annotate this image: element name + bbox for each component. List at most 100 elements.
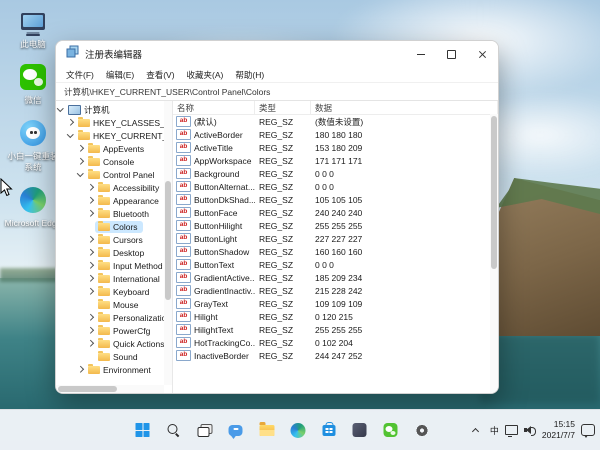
taskbar-chat-button[interactable]: [223, 417, 249, 443]
tree-item-control-panel[interactable]: Control Panel: [56, 168, 172, 181]
tree-item-appearance[interactable]: Appearance: [56, 194, 172, 207]
registry-value-row[interactable]: abGrayTextREG_SZ109 109 109: [173, 297, 498, 310]
tree-item-hkey_classes_root[interactable]: HKEY_CLASSES_ROOT: [56, 116, 172, 129]
tree-item-personalization[interactable]: Personalization: [56, 311, 172, 324]
close-button[interactable]: [467, 41, 498, 67]
tree-item-quick-actions[interactable]: Quick Actions: [56, 337, 172, 350]
chevron-right-icon[interactable]: [86, 274, 95, 283]
tree-item-hkey_current_user[interactable]: HKEY_CURRENT_USER: [56, 129, 172, 142]
desktop-icon-wechat[interactable]: 微信: [4, 62, 62, 105]
column-header-name[interactable]: 名称: [173, 101, 255, 114]
registry-value-row[interactable]: ab(默认)REG_SZ(数值未设置): [173, 115, 498, 128]
taskbar-wechat-button[interactable]: [378, 417, 404, 443]
address-bar[interactable]: 计算机\HKEY_CURRENT_USER\Control Panel\Colo…: [56, 82, 498, 101]
chevron-right-icon[interactable]: [86, 326, 95, 335]
maximize-button[interactable]: [436, 41, 467, 67]
taskbar-edge-button[interactable]: [285, 417, 311, 443]
tray-clock[interactable]: 15:15 2021/7/7: [542, 419, 575, 441]
chevron-down-icon[interactable]: [66, 131, 75, 140]
tree-item-powercfg[interactable]: PowerCfg: [56, 324, 172, 337]
taskbar-app-button[interactable]: [347, 417, 373, 443]
chevron-right-icon[interactable]: [86, 248, 95, 257]
chevron-right-icon[interactable]: [86, 287, 95, 296]
taskbar-taskview-button[interactable]: [192, 417, 218, 443]
input-method-indicator[interactable]: 中: [490, 424, 499, 437]
chevron-right-icon[interactable]: [86, 261, 95, 270]
chevron-right-icon[interactable]: [86, 339, 95, 348]
scrollbar-thumb[interactable]: [165, 181, 171, 300]
tree-item-appevents[interactable]: AppEvents: [56, 142, 172, 155]
menu-favorites[interactable]: 收藏夹(A): [181, 69, 230, 81]
registry-value-row[interactable]: abActiveBorderREG_SZ180 180 180: [173, 128, 498, 141]
value-list-pane: 名称 类型 数据 ab(默认)REG_SZ(数值未设置)abActiveBord…: [173, 101, 498, 393]
chevron-right-icon[interactable]: [86, 183, 95, 192]
taskbar-search-button[interactable]: [161, 417, 187, 443]
chevron-right-icon[interactable]: [86, 313, 95, 322]
registry-value-row[interactable]: abInactiveBorderREG_SZ244 247 252: [173, 349, 498, 362]
chevron-down-icon[interactable]: [56, 105, 65, 114]
tree-item-keyboard[interactable]: Keyboard: [56, 285, 172, 298]
registry-value-row[interactable]: abHotTrackingCo...REG_SZ0 102 204: [173, 336, 498, 349]
chevron-right-icon[interactable]: [76, 365, 85, 374]
chevron-right-icon[interactable]: [86, 209, 95, 218]
chevron-right-icon[interactable]: [76, 157, 85, 166]
menu-edit[interactable]: 编辑(E): [100, 69, 140, 81]
desktop-icon-xiaobai[interactable]: 小白一键重装系统: [4, 118, 62, 171]
tree-item-console[interactable]: Console: [56, 155, 172, 168]
menu-view[interactable]: 查看(V): [140, 69, 180, 81]
chevron-up-icon: [473, 427, 479, 433]
tree-item-accessibility[interactable]: Accessibility: [56, 181, 172, 194]
tree-item-colors[interactable]: Colors: [56, 220, 172, 233]
tree-horizontal-scrollbar[interactable]: [56, 385, 164, 393]
tree-item-desktop[interactable]: Desktop: [56, 246, 172, 259]
reg-sz-icon: ab: [176, 324, 191, 335]
registry-value-row[interactable]: abGradientActive...REG_SZ185 209 234: [173, 271, 498, 284]
chevron-right-icon[interactable]: [86, 235, 95, 244]
tree-item-cursors[interactable]: Cursors: [56, 233, 172, 246]
menu-file[interactable]: 文件(F): [60, 69, 100, 81]
list-vertical-scrollbar[interactable]: [490, 114, 498, 393]
registry-value-row[interactable]: abButtonHilightREG_SZ255 255 255: [173, 219, 498, 232]
tree-item-international[interactable]: International: [56, 272, 172, 285]
registry-value-row[interactable]: abGradientInactiv...REG_SZ215 228 242: [173, 284, 498, 297]
column-header-data[interactable]: 数据: [311, 101, 498, 114]
tree-vertical-scrollbar[interactable]: [164, 101, 172, 385]
chevron-right-icon[interactable]: [86, 196, 95, 205]
column-header-type[interactable]: 类型: [255, 101, 311, 114]
registry-value-row[interactable]: abHilightTextREG_SZ255 255 255: [173, 323, 498, 336]
chevron-down-icon[interactable]: [76, 170, 85, 179]
registry-value-row[interactable]: abButtonFaceREG_SZ240 240 240: [173, 206, 498, 219]
title-bar[interactable]: 注册表编辑器: [56, 41, 498, 67]
notification-icon[interactable]: [581, 424, 595, 436]
registry-value-row[interactable]: abButtonLightREG_SZ227 227 227: [173, 232, 498, 245]
volume-icon[interactable]: [524, 425, 536, 435]
tree-item-计算机[interactable]: 计算机: [56, 103, 172, 116]
registry-value-row[interactable]: abBackgroundREG_SZ0 0 0: [173, 167, 498, 180]
registry-value-row[interactable]: abButtonDkShad...REG_SZ105 105 105: [173, 193, 498, 206]
start-button[interactable]: [130, 417, 156, 443]
chevron-right-icon[interactable]: [76, 144, 85, 153]
registry-value-row[interactable]: abActiveTitleREG_SZ153 180 209: [173, 141, 498, 154]
minimize-button[interactable]: [405, 41, 436, 67]
registry-value-row[interactable]: abHilightREG_SZ0 120 215: [173, 310, 498, 323]
tree-item-bluetooth[interactable]: Bluetooth: [56, 207, 172, 220]
registry-value-row[interactable]: abButtonShadowREG_SZ160 160 160: [173, 245, 498, 258]
tray-overflow-button[interactable]: [468, 417, 484, 443]
registry-value-row[interactable]: abButtonTextREG_SZ0 0 0: [173, 258, 498, 271]
registry-value-row[interactable]: abAppWorkspaceREG_SZ171 171 171: [173, 154, 498, 167]
desktop-icon-this-pc[interactable]: 此电脑: [4, 6, 62, 49]
menu-help[interactable]: 帮助(H): [229, 69, 270, 81]
registry-value-row[interactable]: abButtonAlternat...REG_SZ0 0 0: [173, 180, 498, 193]
taskbar-store-button[interactable]: [316, 417, 342, 443]
tree-item-sound[interactable]: Sound: [56, 350, 172, 363]
taskbar-explorer-button[interactable]: [254, 417, 280, 443]
taskbar-settings-button[interactable]: [409, 417, 435, 443]
chevron-right-icon[interactable]: [66, 118, 75, 127]
network-icon[interactable]: [505, 425, 518, 435]
tree-item-mouse[interactable]: Mouse: [56, 298, 172, 311]
tree-item-input-method[interactable]: Input Method: [56, 259, 172, 272]
scrollbar-thumb[interactable]: [58, 386, 117, 392]
tree-item-environment[interactable]: Environment: [56, 363, 172, 376]
scrollbar-thumb[interactable]: [491, 116, 497, 269]
system-tray: 中 15:15 2021/7/7: [468, 410, 595, 450]
